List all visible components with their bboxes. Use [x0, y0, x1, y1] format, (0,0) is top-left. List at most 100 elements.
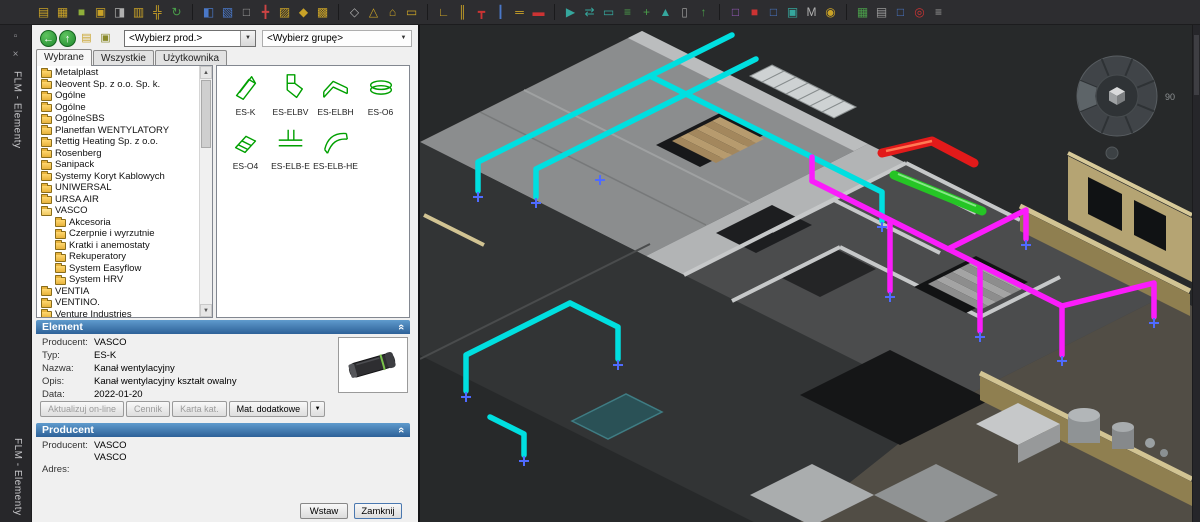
toolbar-icon-30[interactable]: +	[637, 3, 656, 21]
product-item[interactable]: ES-ELB-HE	[313, 126, 358, 178]
product-item[interactable]: ES-ELBV	[268, 72, 313, 124]
toolbar-icon-07[interactable]: ╬	[148, 3, 167, 21]
toolbar-icon-40[interactable]: ▦	[853, 3, 872, 21]
tree-item[interactable]: Planetfan WENTYLATORY	[37, 125, 199, 137]
palette-close-icon[interactable]: ×	[8, 47, 24, 63]
toolbar-icon-35[interactable]: ■	[745, 3, 764, 21]
action-button[interactable]: Karta kat.	[172, 401, 227, 417]
tab-użytkownika[interactable]: Użytkownika	[155, 50, 227, 65]
tree-item[interactable]: VENTINO.	[37, 297, 199, 309]
tree-item[interactable]: Czerpnie i wyrzutnie	[37, 228, 199, 240]
tree-item[interactable]: System HRV	[37, 274, 199, 286]
tree-item[interactable]: UNIWERSAL	[37, 182, 199, 194]
toolbar-icon-23[interactable]: ┃	[491, 3, 510, 21]
toolbar-icon-44[interactable]: ≡	[929, 3, 948, 21]
toolbar-icon-32[interactable]: ▯	[675, 3, 694, 21]
tree-item[interactable]: VENTIA	[37, 286, 199, 298]
scroll-thumb[interactable]	[201, 80, 211, 148]
toolbar-icon-09[interactable]: ◧	[199, 3, 218, 21]
toolbar-icon-38[interactable]: M	[802, 3, 821, 21]
tree-item[interactable]: Rekuperatory	[37, 251, 199, 263]
toolbar-icon-27[interactable]: ⇄	[580, 3, 599, 21]
tree-item[interactable]: Akcesoria	[37, 217, 199, 229]
toolbar-icon-16[interactable]: ◇	[345, 3, 364, 21]
toolbar-icon-22[interactable]: ┳	[472, 3, 491, 21]
toolbar-icon-10[interactable]: ▧	[218, 3, 237, 21]
chevron-down-icon[interactable]: ▼	[396, 31, 411, 46]
nav-wheel-menu-icon[interactable]	[1106, 147, 1118, 159]
tree-item[interactable]: Systemy Koryt Kablowych	[37, 171, 199, 183]
action-button[interactable]: Aktualizuj on-line	[40, 401, 124, 417]
scroll-thumb[interactable]	[1194, 35, 1199, 95]
scroll-down-icon[interactable]: ▼	[200, 304, 212, 317]
tree-item[interactable]: Sanipack	[37, 159, 199, 171]
tree-item[interactable]: Neovent Sp. z o.o. Sp. k.	[37, 79, 199, 91]
group-select[interactable]: <Wybierz grupę> ▼	[262, 30, 412, 47]
toolbar-icon-08[interactable]: ↻	[167, 3, 186, 21]
product-item[interactable]: ES-O6	[358, 72, 403, 124]
tree-item[interactable]: Rettig Heating Sp. z o.o.	[37, 136, 199, 148]
toolbar-icon-18[interactable]: ⌂	[383, 3, 402, 21]
toolbar-icon-19[interactable]: ▭	[402, 3, 421, 21]
more-dropdown-button[interactable]: ▼	[310, 401, 325, 417]
toolbar-icon-05[interactable]: ◨	[110, 3, 129, 21]
toolbar-icon-24[interactable]: ═	[510, 3, 529, 21]
tab-wybrane[interactable]: Wybrane	[36, 49, 92, 66]
action-button[interactable]: Cennik	[126, 401, 170, 417]
toolbar-icon-43[interactable]: ◎	[910, 3, 929, 21]
up-button[interactable]: ↑	[59, 30, 76, 47]
close-button[interactable]: Zamknij	[354, 503, 402, 519]
toolbar-icon-04[interactable]: ▣	[91, 3, 110, 21]
toolbar-icon-26[interactable]: ▶	[561, 3, 580, 21]
toolbar-icon-37[interactable]: ▣	[783, 3, 802, 21]
toolbar-icon-20[interactable]: ∟	[434, 3, 453, 21]
product-item[interactable]: ES-ELBH	[313, 72, 358, 124]
tree-item[interactable]: Ogólne	[37, 90, 199, 102]
toolbar-icon-11[interactable]: □	[237, 3, 256, 21]
toolbar-icon-39[interactable]: ◉	[821, 3, 840, 21]
toolbar-icon-14[interactable]: ◆	[294, 3, 313, 21]
tree-item[interactable]: Venture Industries	[37, 309, 199, 318]
palette-tab-title[interactable]: FLM - Elementy	[9, 71, 23, 149]
favorites-button[interactable]: ▤	[78, 30, 95, 47]
toolbar-icon-13[interactable]: ▨	[275, 3, 294, 21]
tree-scrollbar[interactable]: ▲ ▼	[199, 66, 212, 317]
collapse-icon[interactable]: «	[395, 427, 407, 433]
producent-section-header[interactable]: Producent «	[36, 423, 410, 437]
toolbar-icon-36[interactable]: □	[764, 3, 783, 21]
action-button[interactable]: Mat. dodatkowe	[229, 401, 309, 417]
toolbar-icon-06[interactable]: ▥	[129, 3, 148, 21]
tree-item[interactable]: Kratki i anemostaty	[37, 240, 199, 252]
toolbar-icon-28[interactable]: ▭	[599, 3, 618, 21]
toolbar-icon-21[interactable]: ║	[453, 3, 472, 21]
toolbar-icon-33[interactable]: ↑	[694, 3, 713, 21]
product-item[interactable]: ES-O4	[223, 126, 268, 178]
palette-tab-title-bottom[interactable]: FLM - Elementy	[9, 438, 23, 516]
tree-item[interactable]: System Easyflow	[37, 263, 199, 275]
toolbar-icon-12[interactable]: ╋	[256, 3, 275, 21]
tree-item[interactable]: URSA AIR	[37, 194, 199, 206]
toolbar-icon-25[interactable]: ▬	[529, 3, 548, 21]
right-scroll-strip[interactable]	[1192, 25, 1200, 522]
toolbar-icon-01[interactable]: ▤	[34, 3, 53, 21]
insert-button[interactable]: Wstaw	[300, 503, 348, 519]
tree-item[interactable]: VASCO	[37, 205, 199, 217]
back-button[interactable]: ←	[40, 30, 57, 47]
scroll-up-icon[interactable]: ▲	[200, 66, 212, 79]
3d-viewport[interactable]: 90	[420, 25, 1192, 522]
edit-button[interactable]: ▣	[97, 30, 114, 47]
tree-item[interactable]: OgólneSBS	[37, 113, 199, 125]
chevron-down-icon[interactable]: ▼	[240, 31, 255, 46]
toolbar-icon-02[interactable]: ▦	[53, 3, 72, 21]
tree-item[interactable]: Rosenberg	[37, 148, 199, 160]
palette-pin-icon[interactable]: ▫	[8, 29, 24, 45]
toolbar-icon-15[interactable]: ▩	[313, 3, 332, 21]
toolbar-icon-29[interactable]: ≡	[618, 3, 637, 21]
tree-item[interactable]: Metalplast	[37, 67, 199, 79]
producer-select[interactable]: <Wybierz prod.> ▼	[124, 30, 256, 47]
toolbar-icon-42[interactable]: □	[891, 3, 910, 21]
toolbar-icon-17[interactable]: △	[364, 3, 383, 21]
product-item[interactable]: ES-ELB-E	[268, 126, 313, 178]
product-item[interactable]: ES-K	[223, 72, 268, 124]
toolbar-icon-31[interactable]: ▲	[656, 3, 675, 21]
